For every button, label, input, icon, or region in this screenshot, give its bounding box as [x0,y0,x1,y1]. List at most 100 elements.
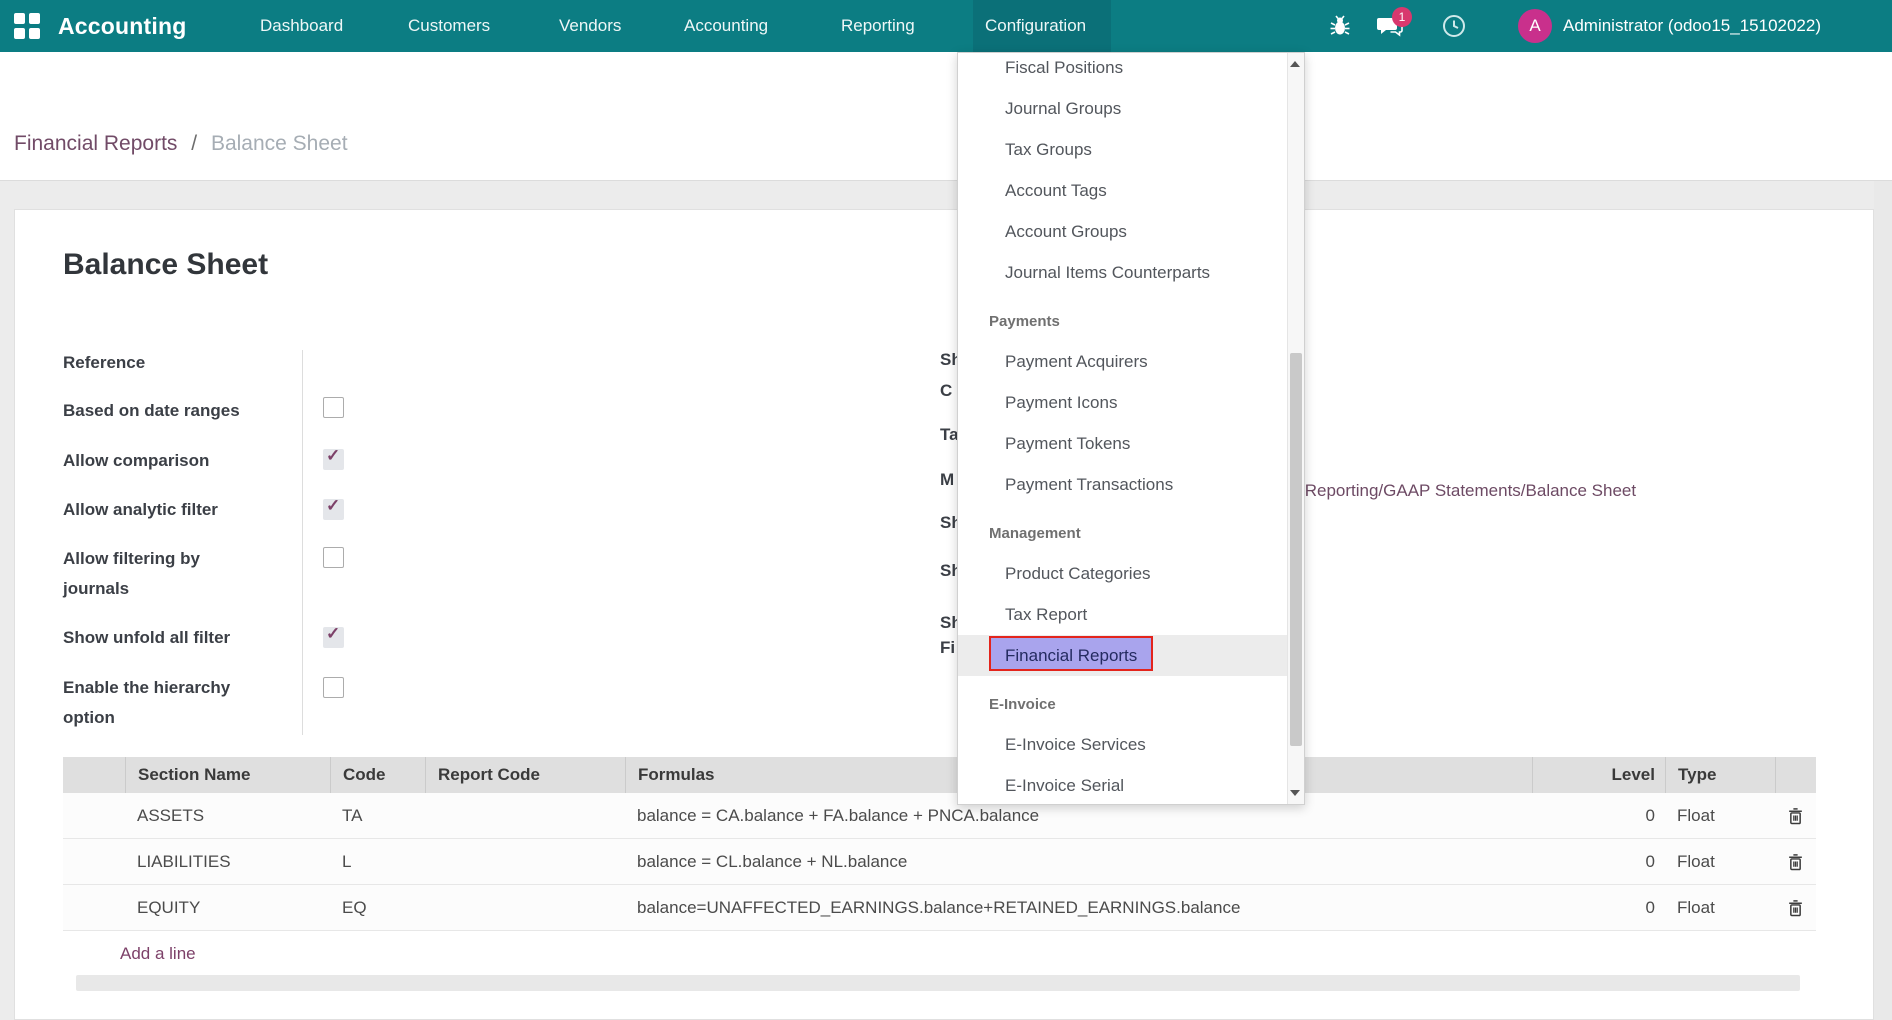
menu-item-financial-reports[interactable]: Financial Reports [958,635,1304,676]
cell-code[interactable]: EQ [330,898,425,918]
field-label-filter-journals: Allow filtering by journals [63,544,263,604]
col-header-section-name[interactable]: Section Name [125,757,330,793]
col-header-type[interactable]: Type [1665,757,1775,793]
cell-section-name[interactable]: LIABILITIES [125,852,330,872]
messages-badge: 1 [1392,7,1412,27]
horizontal-scrollbar[interactable] [76,975,1800,991]
right-field-fragment-1: Sh [940,350,958,374]
right-field-fragment-4: M [940,470,958,494]
checkbox-filter-journals[interactable] [323,547,344,568]
right-field-fragment-8: Fi [940,638,958,662]
cell-code[interactable]: L [330,852,425,872]
menu-item-journal-groups[interactable]: Journal Groups [958,88,1304,129]
cell-type[interactable]: Float [1665,898,1775,918]
right-field-fragment-5: Sh [940,513,958,537]
right-field-fragment-7: Sh [940,613,958,637]
menu-item-journal-items-counterparts[interactable]: Journal Items Counterparts [958,252,1304,293]
sections-table: Section Name Code Report Code Formulas L… [63,757,1816,931]
col-header-report-code[interactable]: Report Code [425,757,625,793]
cell-formulas[interactable]: balance=UNAFFECTED_EARNINGS.balance+RETA… [625,898,1532,918]
checkbox-unfold-filter[interactable] [323,627,344,648]
checkbox-date-ranges[interactable] [323,397,344,418]
table-row[interactable]: LIABILITIES L balance = CL.balance + NL.… [63,839,1816,885]
field-label-hierarchy-option: Enable the hierarchy option [63,673,273,733]
nav-item-accounting[interactable]: Accounting [684,0,768,52]
menu-item-payment-icons[interactable]: Payment Icons [958,382,1304,423]
apps-menu-icon[interactable] [14,13,40,39]
checkbox-analytic-filter[interactable] [323,499,344,520]
menu-item-e-invoice-serial[interactable]: E-Invoice Serial [958,765,1304,805]
breadcrumb: Financial Reports / Balance Sheet [14,132,348,156]
app-window: Accounting Dashboard Customers Vendors A… [0,0,1892,1020]
messages-icon[interactable]: 1 [1372,0,1408,52]
debug-bug-icon[interactable] [1322,0,1358,52]
menu-section-e-invoice: E-Invoice [958,676,1304,724]
right-field-fragment-3: Ta [940,425,958,449]
menu-item-tax-groups[interactable]: Tax Groups [958,129,1304,170]
page-title: Balance Sheet [63,248,268,282]
add-a-line-link[interactable]: Add a line [120,944,196,964]
nav-item-dashboard[interactable]: Dashboard [260,0,343,52]
field-label-date-ranges: Based on date ranges [63,396,240,426]
cell-level[interactable]: 0 [1532,852,1665,872]
field-label-reference: Reference [63,348,145,378]
nav-item-configuration[interactable]: Configuration [973,0,1111,52]
configuration-dropdown-menu: Fiscal Positions Journal Groups Tax Grou… [957,52,1305,805]
menu-section-payments: Payments [958,293,1304,341]
breadcrumb-separator: / [191,132,197,155]
right-field-fragment-2: C [940,381,958,405]
menu-item-product-categories[interactable]: Product Categories [958,553,1304,594]
page-right-edge [1874,52,1892,1020]
cell-type[interactable]: Float [1665,852,1775,872]
field-label-allow-comparison: Allow comparison [63,446,209,476]
menu-item-account-tags[interactable]: Account Tags [958,170,1304,211]
cell-level[interactable]: 0 [1532,898,1665,918]
control-panel: Financial Reports / Balance Sheet [0,52,1892,181]
delete-row-button[interactable] [1787,899,1804,917]
menu-section-management: Management [958,505,1304,553]
menu-item-account-groups[interactable]: Account Groups [958,211,1304,252]
nav-item-reporting[interactable]: Reporting [841,0,915,52]
scrollbar-thumb[interactable] [1290,353,1302,746]
trash-icon [1787,899,1804,917]
col-header-code[interactable]: Code [330,757,425,793]
activities-clock-icon[interactable] [1436,0,1472,52]
scrollbar-up-arrow-icon[interactable] [1290,61,1300,67]
menu-item-tax-report[interactable]: Tax Report [958,594,1304,635]
delete-row-button[interactable] [1787,853,1804,871]
breadcrumb-parent-link[interactable]: Financial Reports [14,132,177,155]
trash-icon [1787,853,1804,871]
menu-item-financial-reports-highlight[interactable]: Financial Reports [989,636,1153,671]
dropdown-scrollbar[interactable] [1287,53,1304,804]
scrollbar-down-arrow-icon[interactable] [1290,790,1300,796]
menu-item-e-invoice-services[interactable]: E-Invoice Services [958,724,1304,765]
app-title[interactable]: Accounting [58,13,187,40]
cell-section-name[interactable]: ASSETS [125,806,330,826]
cell-formulas[interactable]: balance = CL.balance + NL.balance [625,852,1532,872]
cell-code[interactable]: TA [330,806,425,826]
cell-level[interactable]: 0 [1532,806,1665,826]
checkbox-hierarchy-option[interactable] [323,677,344,698]
user-avatar[interactable]: A [1518,9,1552,43]
nav-item-customers[interactable]: Customers [408,0,490,52]
menu-item-payment-acquirers[interactable]: Payment Acquirers [958,341,1304,382]
breadcrumb-current: Balance Sheet [211,132,348,155]
menu-item-path-link[interactable]: /Reporting/GAAP Statements/Balance Sheet [1300,481,1636,501]
cell-formulas[interactable]: balance = CA.balance + FA.balance + PNCA… [625,806,1532,826]
delete-row-button[interactable] [1787,807,1804,825]
menu-item-payment-transactions[interactable]: Payment Transactions [958,464,1304,505]
nav-item-vendors[interactable]: Vendors [559,0,621,52]
drag-handle-column-header [63,757,125,793]
delete-column-header [1775,757,1816,793]
table-row[interactable]: ASSETS TA balance = CA.balance + FA.bala… [63,793,1816,839]
user-menu[interactable]: Administrator (odoo15_15102022) [1563,0,1821,52]
field-label-unfold-filter: Show unfold all filter [63,623,230,653]
cell-section-name[interactable]: EQUITY [125,898,330,918]
checkbox-allow-comparison[interactable] [323,449,344,470]
table-row[interactable]: EQUITY EQ balance=UNAFFECTED_EARNINGS.ba… [63,885,1816,931]
menu-item-fiscal-positions[interactable]: Fiscal Positions [958,52,1304,88]
menu-item-payment-tokens[interactable]: Payment Tokens [958,423,1304,464]
col-header-level[interactable]: Level [1532,757,1665,793]
field-label-analytic-filter: Allow analytic filter [63,495,218,525]
cell-type[interactable]: Float [1665,806,1775,826]
